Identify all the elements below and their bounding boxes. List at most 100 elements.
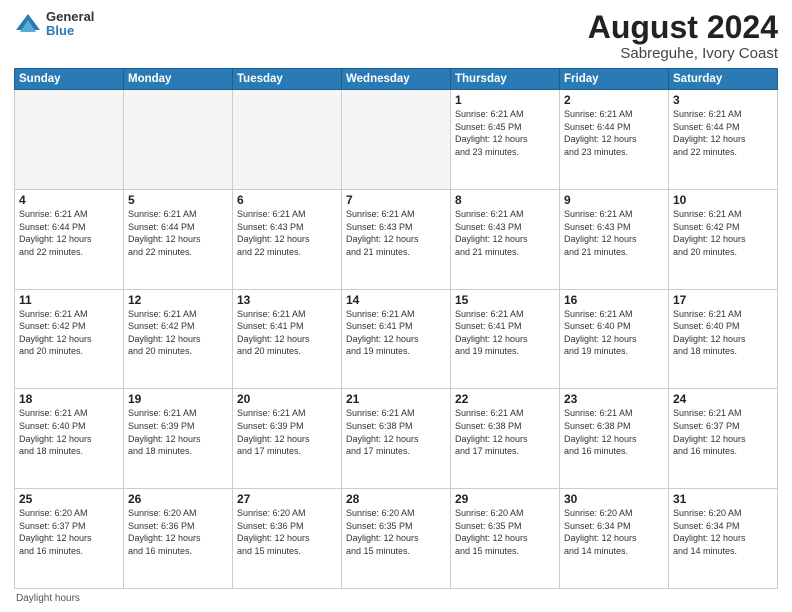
day-info: Sunrise: 6:21 AM Sunset: 6:44 PM Dayligh… <box>673 108 773 158</box>
calendar-header-saturday: Saturday <box>669 69 778 90</box>
footer-note: Daylight hours <box>14 593 778 604</box>
day-info: Sunrise: 6:21 AM Sunset: 6:43 PM Dayligh… <box>346 208 446 258</box>
calendar-cell: 8Sunrise: 6:21 AM Sunset: 6:43 PM Daylig… <box>451 189 560 289</box>
calendar-cell: 3Sunrise: 6:21 AM Sunset: 6:44 PM Daylig… <box>669 90 778 190</box>
calendar-cell: 27Sunrise: 6:20 AM Sunset: 6:36 PM Dayli… <box>233 489 342 589</box>
day-number: 19 <box>128 392 228 406</box>
day-number: 22 <box>455 392 555 406</box>
day-info: Sunrise: 6:20 AM Sunset: 6:36 PM Dayligh… <box>237 507 337 557</box>
calendar-header-sunday: Sunday <box>15 69 124 90</box>
day-number: 7 <box>346 193 446 207</box>
calendar-header-friday: Friday <box>560 69 669 90</box>
calendar-header-monday: Monday <box>124 69 233 90</box>
day-info: Sunrise: 6:20 AM Sunset: 6:34 PM Dayligh… <box>673 507 773 557</box>
day-number: 5 <box>128 193 228 207</box>
day-info: Sunrise: 6:21 AM Sunset: 6:41 PM Dayligh… <box>237 308 337 358</box>
calendar-cell: 10Sunrise: 6:21 AM Sunset: 6:42 PM Dayli… <box>669 189 778 289</box>
day-info: Sunrise: 6:21 AM Sunset: 6:37 PM Dayligh… <box>673 407 773 457</box>
day-number: 9 <box>564 193 664 207</box>
day-number: 28 <box>346 492 446 506</box>
day-info: Sunrise: 6:21 AM Sunset: 6:42 PM Dayligh… <box>128 308 228 358</box>
day-number: 31 <box>673 492 773 506</box>
day-number: 16 <box>564 293 664 307</box>
day-number: 3 <box>673 93 773 107</box>
day-number: 14 <box>346 293 446 307</box>
calendar-cell: 31Sunrise: 6:20 AM Sunset: 6:34 PM Dayli… <box>669 489 778 589</box>
day-number: 2 <box>564 93 664 107</box>
day-info: Sunrise: 6:20 AM Sunset: 6:37 PM Dayligh… <box>19 507 119 557</box>
calendar-cell: 18Sunrise: 6:21 AM Sunset: 6:40 PM Dayli… <box>15 389 124 489</box>
day-info: Sunrise: 6:21 AM Sunset: 6:44 PM Dayligh… <box>564 108 664 158</box>
day-info: Sunrise: 6:21 AM Sunset: 6:43 PM Dayligh… <box>237 208 337 258</box>
logo-line1: General <box>46 10 94 24</box>
day-info: Sunrise: 6:21 AM Sunset: 6:40 PM Dayligh… <box>564 308 664 358</box>
calendar-cell: 5Sunrise: 6:21 AM Sunset: 6:44 PM Daylig… <box>124 189 233 289</box>
header: General Blue August 2024 Sabreguhe, Ivor… <box>14 10 778 62</box>
calendar-cell: 28Sunrise: 6:20 AM Sunset: 6:35 PM Dayli… <box>342 489 451 589</box>
day-info: Sunrise: 6:21 AM Sunset: 6:39 PM Dayligh… <box>128 407 228 457</box>
day-info: Sunrise: 6:21 AM Sunset: 6:44 PM Dayligh… <box>19 208 119 258</box>
day-number: 25 <box>19 492 119 506</box>
calendar-cell: 13Sunrise: 6:21 AM Sunset: 6:41 PM Dayli… <box>233 289 342 389</box>
daylight-label: Daylight hours <box>16 593 80 604</box>
calendar-header-tuesday: Tuesday <box>233 69 342 90</box>
calendar-cell: 15Sunrise: 6:21 AM Sunset: 6:41 PM Dayli… <box>451 289 560 389</box>
day-number: 27 <box>237 492 337 506</box>
calendar-header-row: SundayMondayTuesdayWednesdayThursdayFrid… <box>15 69 778 90</box>
calendar-cell: 25Sunrise: 6:20 AM Sunset: 6:37 PM Dayli… <box>15 489 124 589</box>
calendar-cell <box>124 90 233 190</box>
day-info: Sunrise: 6:20 AM Sunset: 6:35 PM Dayligh… <box>455 507 555 557</box>
day-info: Sunrise: 6:21 AM Sunset: 6:40 PM Dayligh… <box>673 308 773 358</box>
day-info: Sunrise: 6:21 AM Sunset: 6:42 PM Dayligh… <box>19 308 119 358</box>
day-number: 29 <box>455 492 555 506</box>
day-info: Sunrise: 6:21 AM Sunset: 6:38 PM Dayligh… <box>455 407 555 457</box>
day-info: Sunrise: 6:21 AM Sunset: 6:41 PM Dayligh… <box>346 308 446 358</box>
calendar-cell <box>15 90 124 190</box>
calendar-cell: 24Sunrise: 6:21 AM Sunset: 6:37 PM Dayli… <box>669 389 778 489</box>
day-info: Sunrise: 6:20 AM Sunset: 6:35 PM Dayligh… <box>346 507 446 557</box>
calendar-cell: 4Sunrise: 6:21 AM Sunset: 6:44 PM Daylig… <box>15 189 124 289</box>
calendar-cell <box>233 90 342 190</box>
day-number: 24 <box>673 392 773 406</box>
day-info: Sunrise: 6:20 AM Sunset: 6:36 PM Dayligh… <box>128 507 228 557</box>
day-number: 18 <box>19 392 119 406</box>
calendar-cell: 19Sunrise: 6:21 AM Sunset: 6:39 PM Dayli… <box>124 389 233 489</box>
logo: General Blue <box>14 10 94 39</box>
day-info: Sunrise: 6:21 AM Sunset: 6:38 PM Dayligh… <box>346 407 446 457</box>
day-number: 15 <box>455 293 555 307</box>
title-block: August 2024 Sabreguhe, Ivory Coast <box>588 10 778 62</box>
logo-text: General Blue <box>46 10 94 39</box>
calendar-cell: 30Sunrise: 6:20 AM Sunset: 6:34 PM Dayli… <box>560 489 669 589</box>
calendar-cell: 20Sunrise: 6:21 AM Sunset: 6:39 PM Dayli… <box>233 389 342 489</box>
day-number: 10 <box>673 193 773 207</box>
day-number: 12 <box>128 293 228 307</box>
calendar-cell: 14Sunrise: 6:21 AM Sunset: 6:41 PM Dayli… <box>342 289 451 389</box>
day-number: 20 <box>237 392 337 406</box>
calendar-cell: 1Sunrise: 6:21 AM Sunset: 6:45 PM Daylig… <box>451 90 560 190</box>
calendar-table: SundayMondayTuesdayWednesdayThursdayFrid… <box>14 68 778 589</box>
day-number: 8 <box>455 193 555 207</box>
calendar-week-2: 4Sunrise: 6:21 AM Sunset: 6:44 PM Daylig… <box>15 189 778 289</box>
logo-line2: Blue <box>46 24 94 38</box>
day-number: 17 <box>673 293 773 307</box>
day-info: Sunrise: 6:21 AM Sunset: 6:45 PM Dayligh… <box>455 108 555 158</box>
calendar-cell: 12Sunrise: 6:21 AM Sunset: 6:42 PM Dayli… <box>124 289 233 389</box>
day-info: Sunrise: 6:21 AM Sunset: 6:43 PM Dayligh… <box>455 208 555 258</box>
day-info: Sunrise: 6:21 AM Sunset: 6:42 PM Dayligh… <box>673 208 773 258</box>
day-info: Sunrise: 6:21 AM Sunset: 6:44 PM Dayligh… <box>128 208 228 258</box>
page-subtitle: Sabreguhe, Ivory Coast <box>588 45 778 62</box>
calendar-cell <box>342 90 451 190</box>
calendar-cell: 16Sunrise: 6:21 AM Sunset: 6:40 PM Dayli… <box>560 289 669 389</box>
day-number: 4 <box>19 193 119 207</box>
day-info: Sunrise: 6:21 AM Sunset: 6:38 PM Dayligh… <box>564 407 664 457</box>
calendar-week-1: 1Sunrise: 6:21 AM Sunset: 6:45 PM Daylig… <box>15 90 778 190</box>
calendar-cell: 23Sunrise: 6:21 AM Sunset: 6:38 PM Dayli… <box>560 389 669 489</box>
calendar-cell: 26Sunrise: 6:20 AM Sunset: 6:36 PM Dayli… <box>124 489 233 589</box>
calendar-cell: 21Sunrise: 6:21 AM Sunset: 6:38 PM Dayli… <box>342 389 451 489</box>
calendar-week-5: 25Sunrise: 6:20 AM Sunset: 6:37 PM Dayli… <box>15 489 778 589</box>
logo-icon <box>14 10 42 38</box>
day-number: 26 <box>128 492 228 506</box>
calendar-header-wednesday: Wednesday <box>342 69 451 90</box>
calendar-cell: 29Sunrise: 6:20 AM Sunset: 6:35 PM Dayli… <box>451 489 560 589</box>
calendar-week-3: 11Sunrise: 6:21 AM Sunset: 6:42 PM Dayli… <box>15 289 778 389</box>
